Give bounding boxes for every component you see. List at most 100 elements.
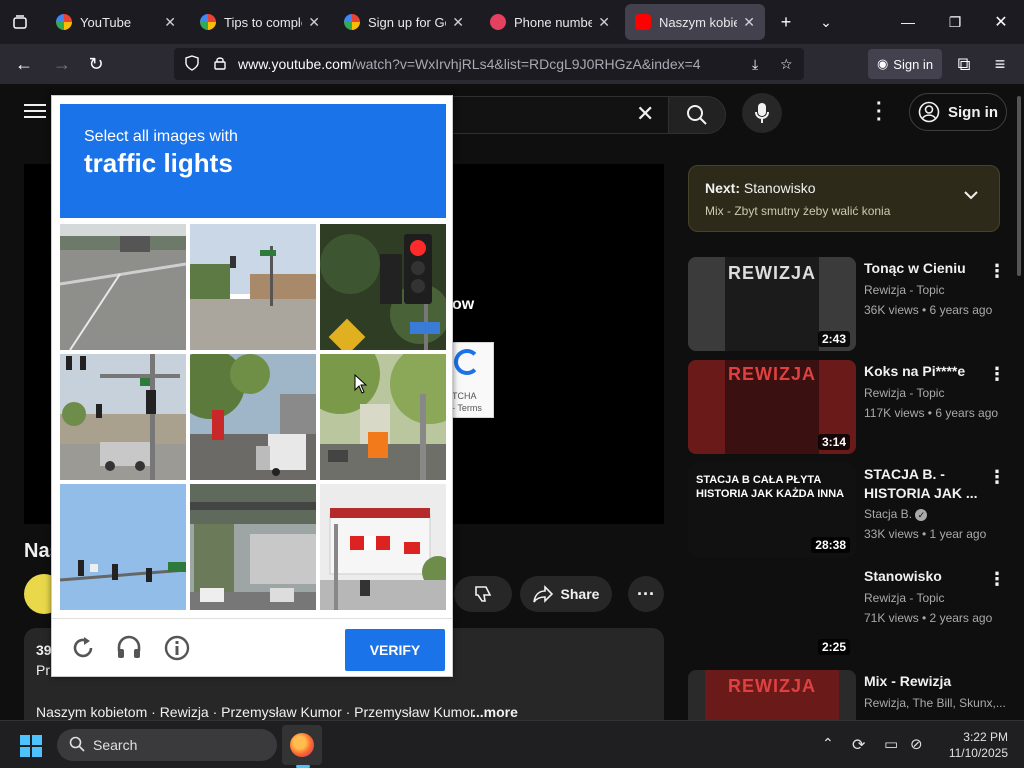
tab-naszym-kobietom[interactable]: Naszym kobieto ✕ bbox=[625, 4, 765, 40]
clock-date: 11/10/2025 bbox=[948, 746, 1008, 760]
tab-signup[interactable]: Sign up for Goog ✕ bbox=[334, 4, 474, 40]
captcha-tile-9[interactable] bbox=[320, 484, 446, 610]
close-icon[interactable]: ✕ bbox=[164, 14, 176, 31]
close-icon[interactable]: ✕ bbox=[452, 14, 464, 31]
extensions-icon[interactable]: ⧉ bbox=[952, 52, 976, 76]
sync-icon[interactable]: ⟳ bbox=[852, 735, 865, 755]
captcha-tile-4[interactable] bbox=[60, 354, 186, 480]
kebab-menu-icon[interactable]: ⋮ bbox=[988, 569, 1006, 590]
captcha-tile-3[interactable] bbox=[320, 224, 446, 350]
kebab-menu-icon[interactable]: ⋮ bbox=[988, 261, 1006, 282]
window-close-icon[interactable]: ✕ bbox=[989, 10, 1013, 34]
voice-search-button[interactable] bbox=[742, 93, 782, 133]
recommendation-item[interactable]: 2:25 Stanowisko Rewizja - Topic 71K view… bbox=[688, 565, 1008, 659]
badge-terms[interactable]: - Terms bbox=[452, 403, 482, 413]
account-icon: ◉ bbox=[876, 56, 889, 71]
search-icon bbox=[69, 736, 85, 755]
chevron-up-icon[interactable]: ⌃ bbox=[822, 735, 834, 752]
close-icon[interactable]: ✕ bbox=[308, 14, 320, 31]
kebab-menu-icon[interactable]: ⋮ bbox=[988, 364, 1006, 385]
player-overlay-text: ow bbox=[452, 296, 475, 313]
save-page-icon[interactable]: ⤓ bbox=[752, 56, 758, 73]
browser-sign-in-button[interactable]: ◉ Sign in bbox=[868, 49, 942, 79]
more-link[interactable]: ...more bbox=[472, 704, 518, 720]
windows-start-icon[interactable] bbox=[20, 735, 42, 762]
chevron-down-icon[interactable]: ⌄ bbox=[814, 10, 838, 34]
captcha-tile-6[interactable] bbox=[320, 354, 446, 480]
captcha-tile-2[interactable] bbox=[190, 224, 316, 350]
restore-icon[interactable]: ❐ bbox=[943, 10, 967, 34]
recommendation-item[interactable]: REWIZJA 2:43 Tonąc w Cieniu Rewizja - To… bbox=[688, 257, 1008, 351]
recaptcha-badge[interactable]: TCHA - Terms bbox=[452, 342, 494, 418]
close-icon[interactable]: ✕ bbox=[743, 14, 755, 31]
bookmark-star-icon[interactable]: ☆ bbox=[780, 56, 793, 73]
more-actions-button[interactable]: ··· bbox=[628, 576, 664, 612]
video-thumbnail[interactable]: STACJA B CAŁA PŁYTA HISTORIA JAK KAŻDA I… bbox=[688, 463, 856, 557]
rec-meta: 33K views • 1 year ago bbox=[864, 527, 987, 541]
info-icon[interactable] bbox=[164, 635, 190, 666]
audio-challenge-icon[interactable] bbox=[116, 635, 142, 666]
back-icon[interactable]: ← bbox=[12, 52, 36, 76]
rec-meta: 36K views • 6 years ago bbox=[864, 303, 993, 317]
search-button[interactable] bbox=[668, 96, 726, 134]
captcha-tile-5[interactable] bbox=[190, 354, 316, 480]
captcha-target: traffic lights bbox=[84, 148, 233, 178]
shield-icon[interactable] bbox=[182, 54, 202, 74]
video-thumbnail[interactable]: REWIZJA 2:43 bbox=[688, 257, 856, 351]
dislike-button[interactable] bbox=[454, 576, 512, 612]
verify-button[interactable]: VERIFY bbox=[345, 629, 445, 671]
tab-list-icon[interactable] bbox=[8, 10, 32, 34]
youtube-favicon-icon bbox=[635, 14, 651, 30]
recommendation-item[interactable]: REWIZJA 3:14 Koks na Pi****e Rewizja - T… bbox=[688, 360, 1008, 454]
rec-title: Tonąc w Cieniu bbox=[864, 260, 966, 276]
close-icon[interactable]: ✕ bbox=[598, 14, 610, 31]
clear-search-icon[interactable]: ✕ bbox=[636, 101, 654, 127]
kebab-menu-icon[interactable]: ⋮ bbox=[988, 467, 1006, 488]
microphone-icon bbox=[755, 103, 769, 123]
rec-channel: Rewizja - Topic bbox=[864, 591, 945, 605]
menu-icon[interactable]: ≡ bbox=[988, 52, 1012, 76]
recommendation-item[interactable]: STACJA B CAŁA PŁYTA HISTORIA JAK KAŻDA I… bbox=[688, 463, 1008, 557]
minimize-icon[interactable]: — bbox=[896, 10, 920, 34]
captcha-tile-8[interactable] bbox=[190, 484, 316, 610]
recommendation-item[interactable]: REWIZJA Mix - Rewizja Rewizja, The Bill,… bbox=[688, 670, 1008, 720]
duration-badge: 2:43 bbox=[817, 331, 850, 347]
clock-time: 3:22 PM bbox=[963, 730, 1008, 744]
mouse-cursor-icon bbox=[354, 373, 368, 399]
captcha-tile-1[interactable] bbox=[60, 224, 186, 350]
tab-tips[interactable]: Tips to complete ✕ bbox=[190, 4, 330, 40]
url-text[interactable]: www.youtube.com/watch?v=WxIrvhjRLs4&list… bbox=[238, 56, 701, 72]
search-icon bbox=[687, 105, 707, 125]
description-tags: Naszym kobietom · Rewizja · Przemysław K… bbox=[36, 704, 475, 720]
hamburger-menu-icon[interactable] bbox=[24, 102, 46, 125]
network-icon[interactable]: ⊘ bbox=[910, 735, 923, 753]
video-thumbnail[interactable]: REWIZJA bbox=[688, 670, 856, 720]
display-icon[interactable]: ▭ bbox=[884, 735, 898, 753]
video-thumbnail[interactable]: REWIZJA 3:14 bbox=[688, 360, 856, 454]
video-thumbnail[interactable]: 2:25 bbox=[688, 565, 856, 659]
thumbnail-text: REWIZJA bbox=[728, 364, 816, 384]
url-bar[interactable]: www.youtube.com/watch?v=WxIrvhjRLs4&list… bbox=[174, 48, 804, 80]
taskbar-search[interactable]: Search bbox=[57, 729, 277, 761]
reload-icon[interactable]: ↻ bbox=[84, 52, 108, 76]
chevron-down-icon[interactable] bbox=[963, 188, 979, 206]
clock[interactable]: 3:22 PM 11/10/2025 bbox=[936, 729, 1008, 761]
next-up-panel[interactable]: Next: Stanowisko Mix - Zbyt smutny żeby … bbox=[688, 165, 1000, 232]
lock-icon[interactable] bbox=[212, 56, 228, 73]
recaptcha-logo-icon bbox=[454, 349, 480, 375]
page-scrollbar[interactable] bbox=[1017, 96, 1021, 276]
reload-challenge-icon[interactable] bbox=[70, 635, 96, 666]
share-button[interactable]: Share bbox=[520, 576, 612, 612]
rec-title: Stanowisko bbox=[864, 568, 942, 584]
badge-text: TCHA bbox=[452, 391, 477, 401]
settings-kebab-icon[interactable]: · · · bbox=[876, 94, 883, 130]
view-count: 39 bbox=[36, 642, 52, 658]
tab-phone-numbers[interactable]: Phone numbers ✕ bbox=[480, 4, 620, 40]
firefox-taskbar-icon[interactable] bbox=[282, 725, 322, 765]
captcha-header: Select all images with traffic lights bbox=[60, 104, 446, 218]
tab-youtube[interactable]: YouTube ✕ bbox=[46, 4, 186, 40]
new-tab-icon[interactable]: + bbox=[774, 10, 798, 34]
forward-icon[interactable]: → bbox=[50, 52, 74, 76]
yt-sign-in-button[interactable]: Sign in bbox=[909, 93, 1007, 131]
captcha-tile-7[interactable] bbox=[60, 484, 186, 610]
